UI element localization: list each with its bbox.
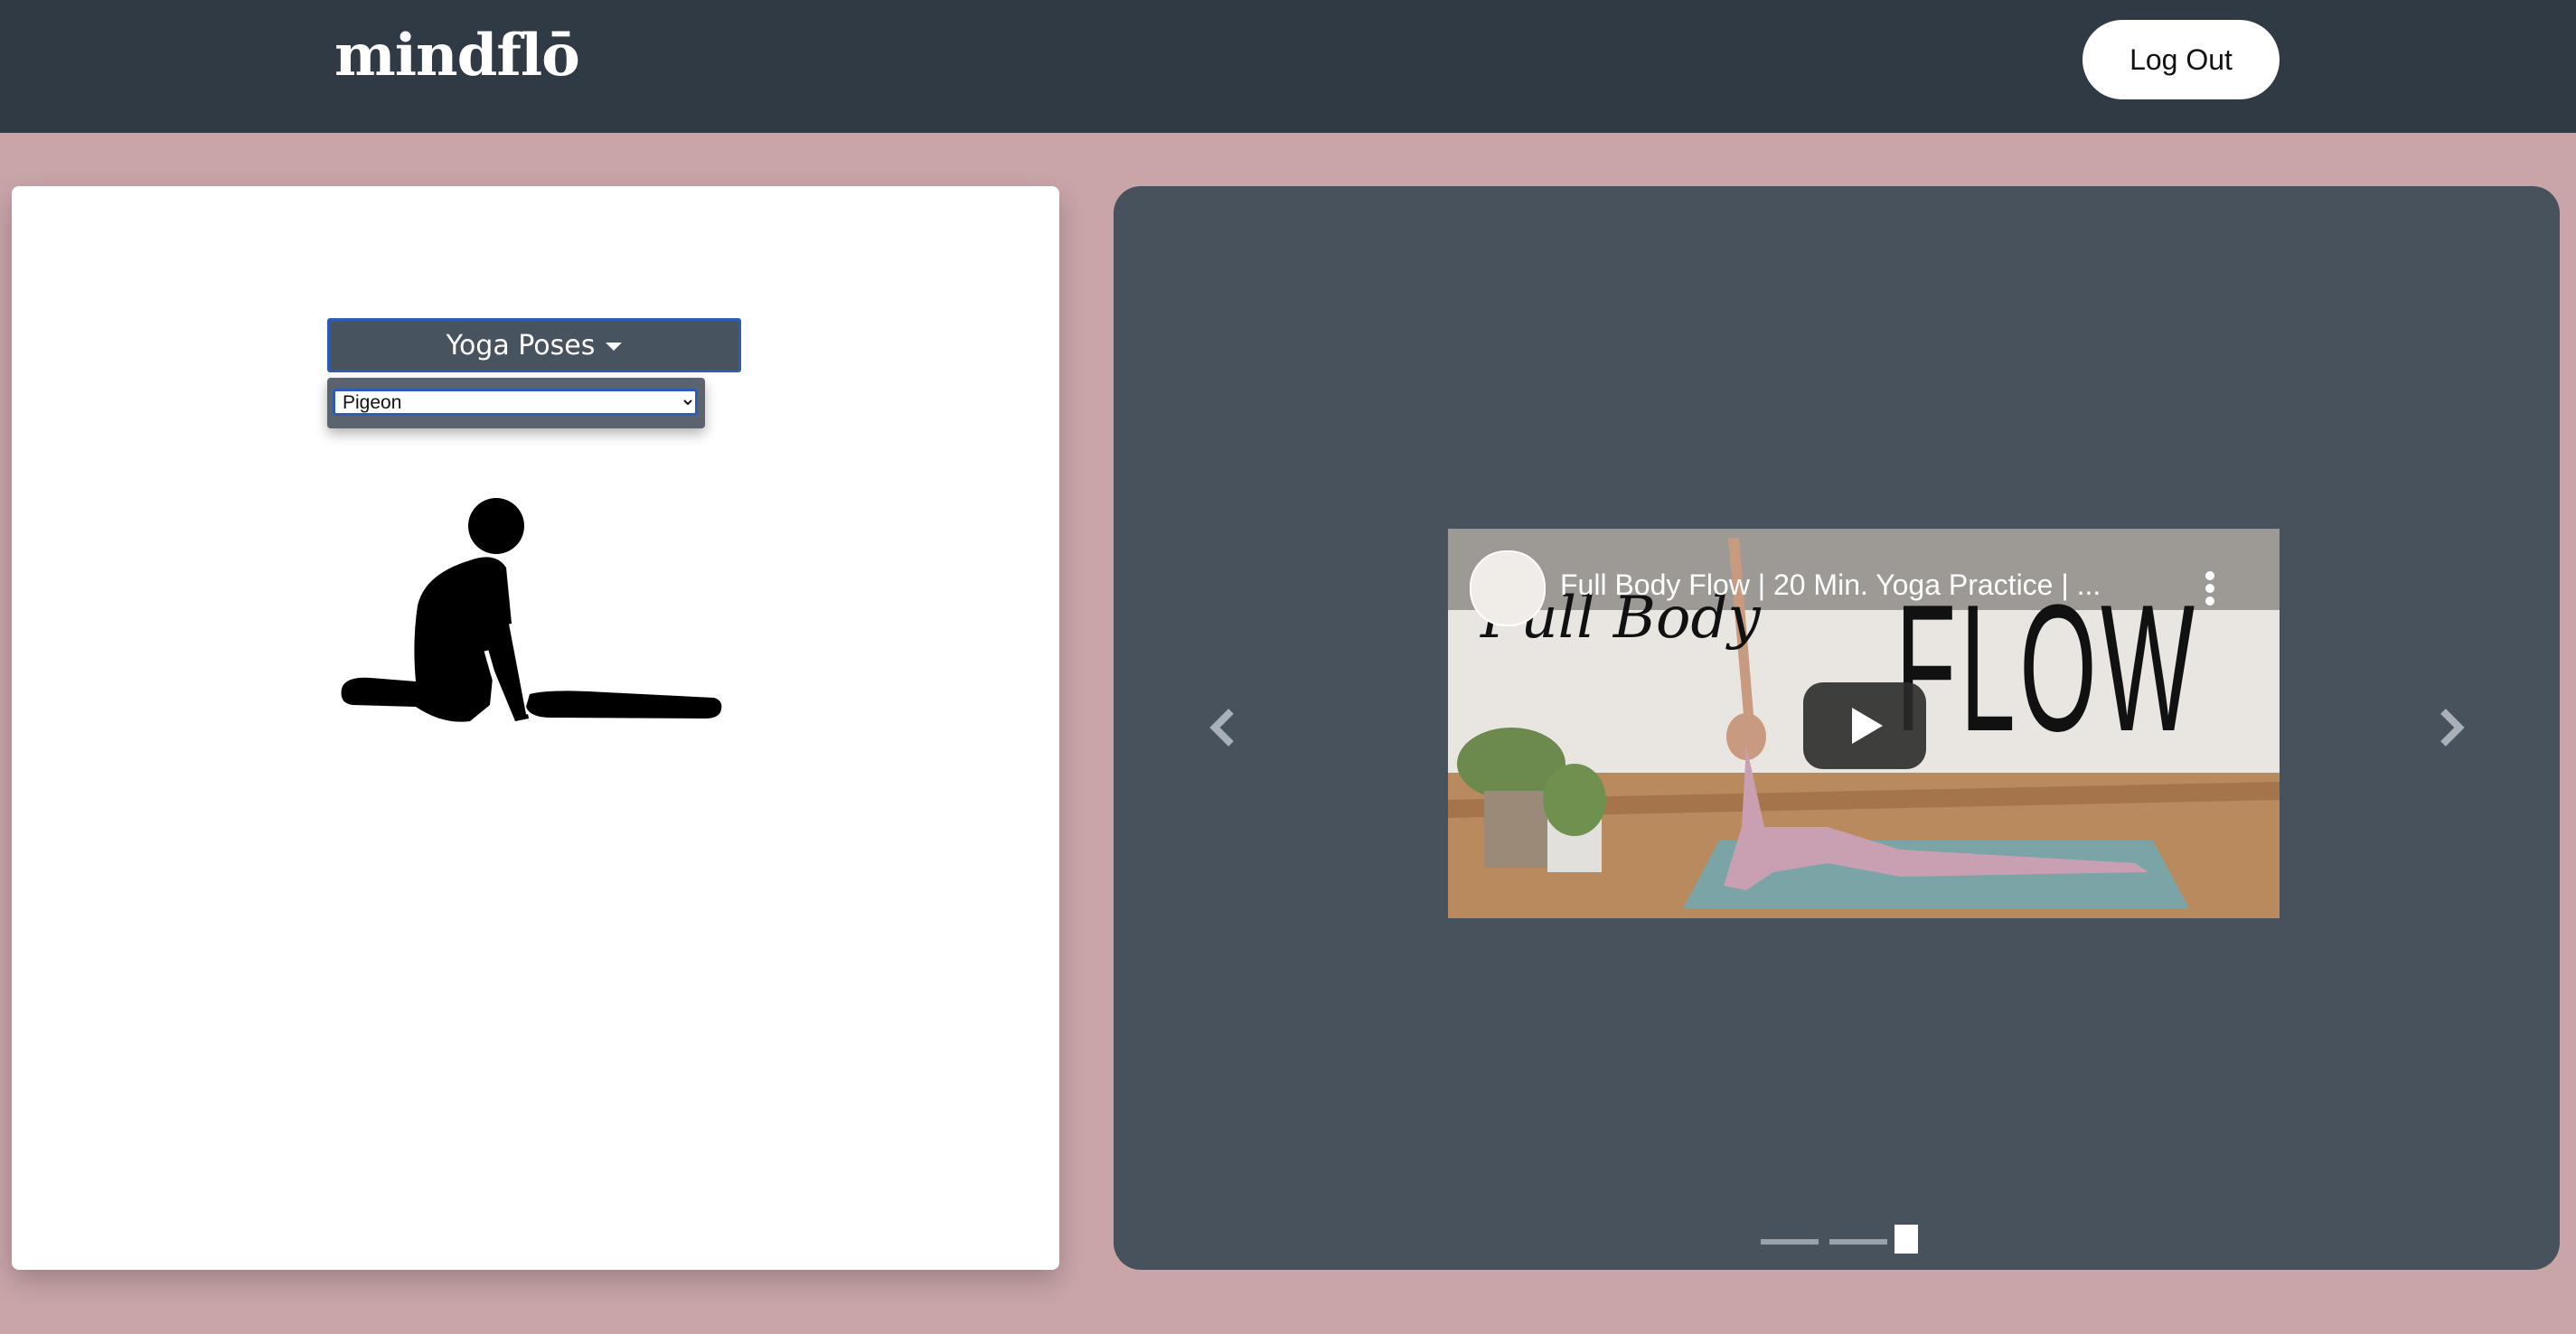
carousel-next-button[interactable] (2433, 709, 2469, 747)
chevron-left-icon (1209, 709, 1234, 747)
navbar: mindflō Log Out (0, 0, 2576, 133)
carousel-indicator[interactable] (1761, 1239, 1819, 1245)
yoga-poses-dropdown-button[interactable]: Yoga Poses (327, 318, 741, 372)
pose-dropdown-menu: Pigeon (327, 378, 705, 428)
video-title[interactable]: Full Body Flow | 20 Min. Yoga Practice |… (1560, 568, 2101, 602)
carousel-indicators (1757, 1225, 1920, 1261)
pose-select[interactable]: Pigeon (333, 389, 698, 416)
caret-down-icon (606, 342, 623, 351)
more-options-icon[interactable] (2204, 570, 2216, 606)
youtube-video-embed[interactable]: Full Body FLOW Full Body Flow | 20 Min. … (1448, 529, 2280, 918)
carousel-indicator[interactable] (1829, 1239, 1887, 1245)
dropdown-label: Yoga Poses (446, 329, 596, 362)
pigeon-pose-icon (341, 498, 722, 722)
brand-logo[interactable]: mindflō (334, 22, 580, 89)
logout-button[interactable]: Log Out (2082, 20, 2280, 99)
channel-avatar[interactable] (1470, 550, 1546, 626)
chevron-right-icon (2440, 709, 2465, 747)
carousel-indicator-active[interactable] (1894, 1225, 1918, 1254)
carousel-prev-button[interactable] (1205, 709, 1241, 747)
play-button-icon[interactable] (1803, 682, 1926, 769)
